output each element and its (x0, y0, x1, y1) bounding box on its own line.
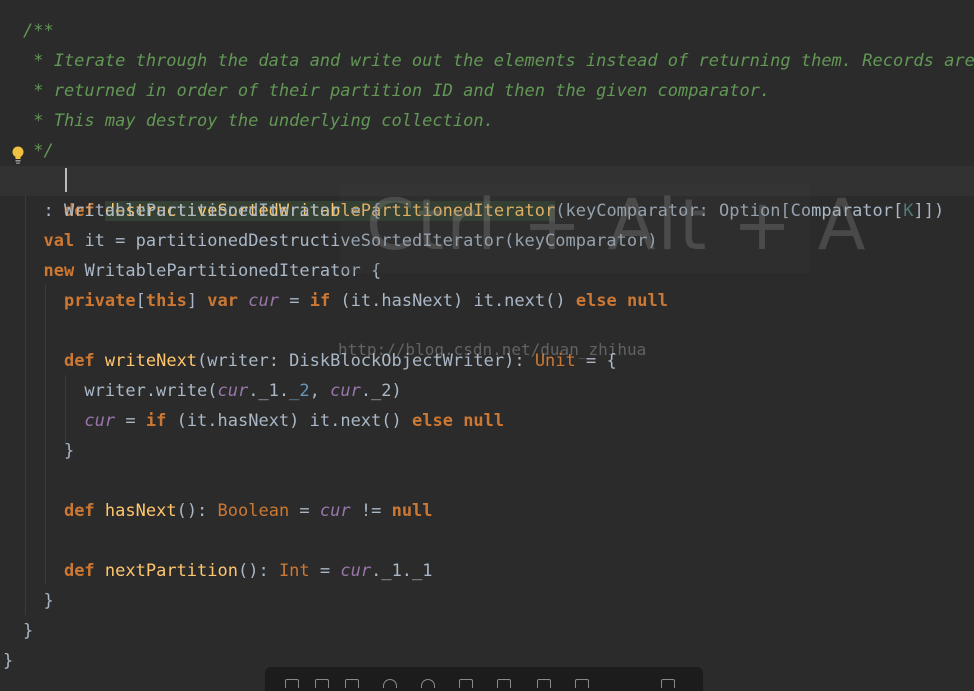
code-token: ._1. (248, 381, 290, 401)
code-token: : WritablePartitionedIterator = { (23, 201, 382, 221)
keyword-token: def (63, 561, 95, 581)
field-token: cur (340, 561, 372, 581)
comment-text: */ (23, 141, 54, 161)
code-line-comment: * Iterate through the data and write out… (0, 46, 974, 76)
shortcut-overlay: Ctrl + Alt + A (366, 184, 868, 266)
code-line-comment-start: /** (0, 16, 974, 46)
code-text: cur = if (it.hasNext) it.next() else nul… (23, 411, 504, 431)
keyword-token: private (63, 291, 136, 311)
watermark: http://blog.csdn.net/duan_zhihua (338, 340, 647, 359)
code-token: (): (237, 561, 279, 581)
code-token: (it.hasNext) it.next() (166, 411, 412, 431)
code-token: (): (176, 501, 218, 521)
code-token: = (278, 291, 310, 311)
keyword-token: this (145, 291, 187, 311)
code-line: } (0, 616, 974, 646)
keyword-token: new (43, 261, 75, 281)
code-token: (it.hasNext) it.next() (330, 291, 576, 311)
code-text: private[this] var cur = if (it.hasNext) … (23, 291, 668, 311)
code-line: def nextPartition(): Int = cur._1._1 (0, 556, 974, 586)
keyword-token: null (627, 291, 668, 311)
keyword-token: var (207, 291, 239, 311)
tuple-token: _2 (289, 381, 310, 401)
keyword-token: def (63, 351, 95, 371)
function-token: writeNext (104, 351, 198, 371)
field-token: cur (248, 291, 279, 311)
code-token: = (309, 561, 341, 581)
keyword-token: def (63, 501, 95, 521)
code-line: cur = if (it.hasNext) it.next() else nul… (0, 406, 974, 436)
code-line-comment: * This may destroy the underlying collec… (0, 106, 974, 136)
keyword-token: val (43, 231, 75, 251)
code-token: = (289, 501, 320, 521)
keyword-token: if (145, 411, 167, 431)
code-token: WritablePartitionedIterator { (74, 261, 382, 281)
code-token: [ (135, 291, 146, 311)
code-text: def nextPartition(): Int = cur._1._1 (23, 561, 433, 581)
type-token: Boolean (217, 501, 290, 521)
comment-text: * This may destroy the underlying collec… (23, 111, 494, 131)
field-token: cur (84, 411, 116, 431)
function-token: hasNext (104, 501, 177, 521)
code-token: ._2) (360, 381, 402, 401)
code-token: , (309, 381, 331, 401)
code-token: = (115, 411, 146, 431)
code-line: writer.write(cur._1._2, cur._2) (0, 376, 974, 406)
code-token: != (350, 501, 392, 521)
comment-text: /** (23, 21, 54, 41)
code-line: } (0, 586, 974, 616)
keyword-token: else (575, 291, 617, 311)
comment-text: * Iterate through the data and write out… (23, 51, 974, 71)
field-token: cur (319, 501, 351, 521)
code-line-comment-end: */ (0, 136, 974, 166)
field-token: cur (330, 381, 361, 401)
code-text: : WritablePartitionedIterator = { (23, 201, 381, 221)
code-text: new WritablePartitionedIterator { (23, 261, 381, 281)
code-text: def hasNext(): Boolean = cur != null (23, 501, 433, 521)
code-text: } (23, 591, 54, 611)
function-token: nextPartition (104, 561, 238, 581)
code-line: def hasNext(): Boolean = cur != null (0, 496, 974, 526)
code-token: ] (186, 291, 208, 311)
comment-text: * returned in order of their partition I… (23, 81, 771, 101)
code-line-comment: * returned in order of their partition I… (0, 76, 974, 106)
code-token: writer.write( (23, 381, 218, 401)
code-text: } (23, 441, 75, 461)
field-token: cur (217, 381, 249, 401)
keyword-token: null (391, 501, 433, 521)
code-text: writer.write(cur._1._2, cur._2) (23, 381, 402, 401)
keyword-token: null (463, 411, 505, 431)
code-line: } (0, 436, 974, 466)
text-caret (65, 168, 67, 192)
code-token: ._1._1 (371, 561, 433, 581)
lightbulb-icon[interactable] (11, 146, 25, 164)
keyword-token: else (411, 411, 453, 431)
type-token: Int (278, 561, 310, 581)
code-text: } (3, 651, 14, 671)
code-text: } (23, 621, 34, 641)
screenshot-toolbar[interactable] (265, 667, 703, 691)
keyword-token: if (309, 291, 331, 311)
code-line: private[this] var cur = if (it.hasNext) … (0, 286, 974, 316)
